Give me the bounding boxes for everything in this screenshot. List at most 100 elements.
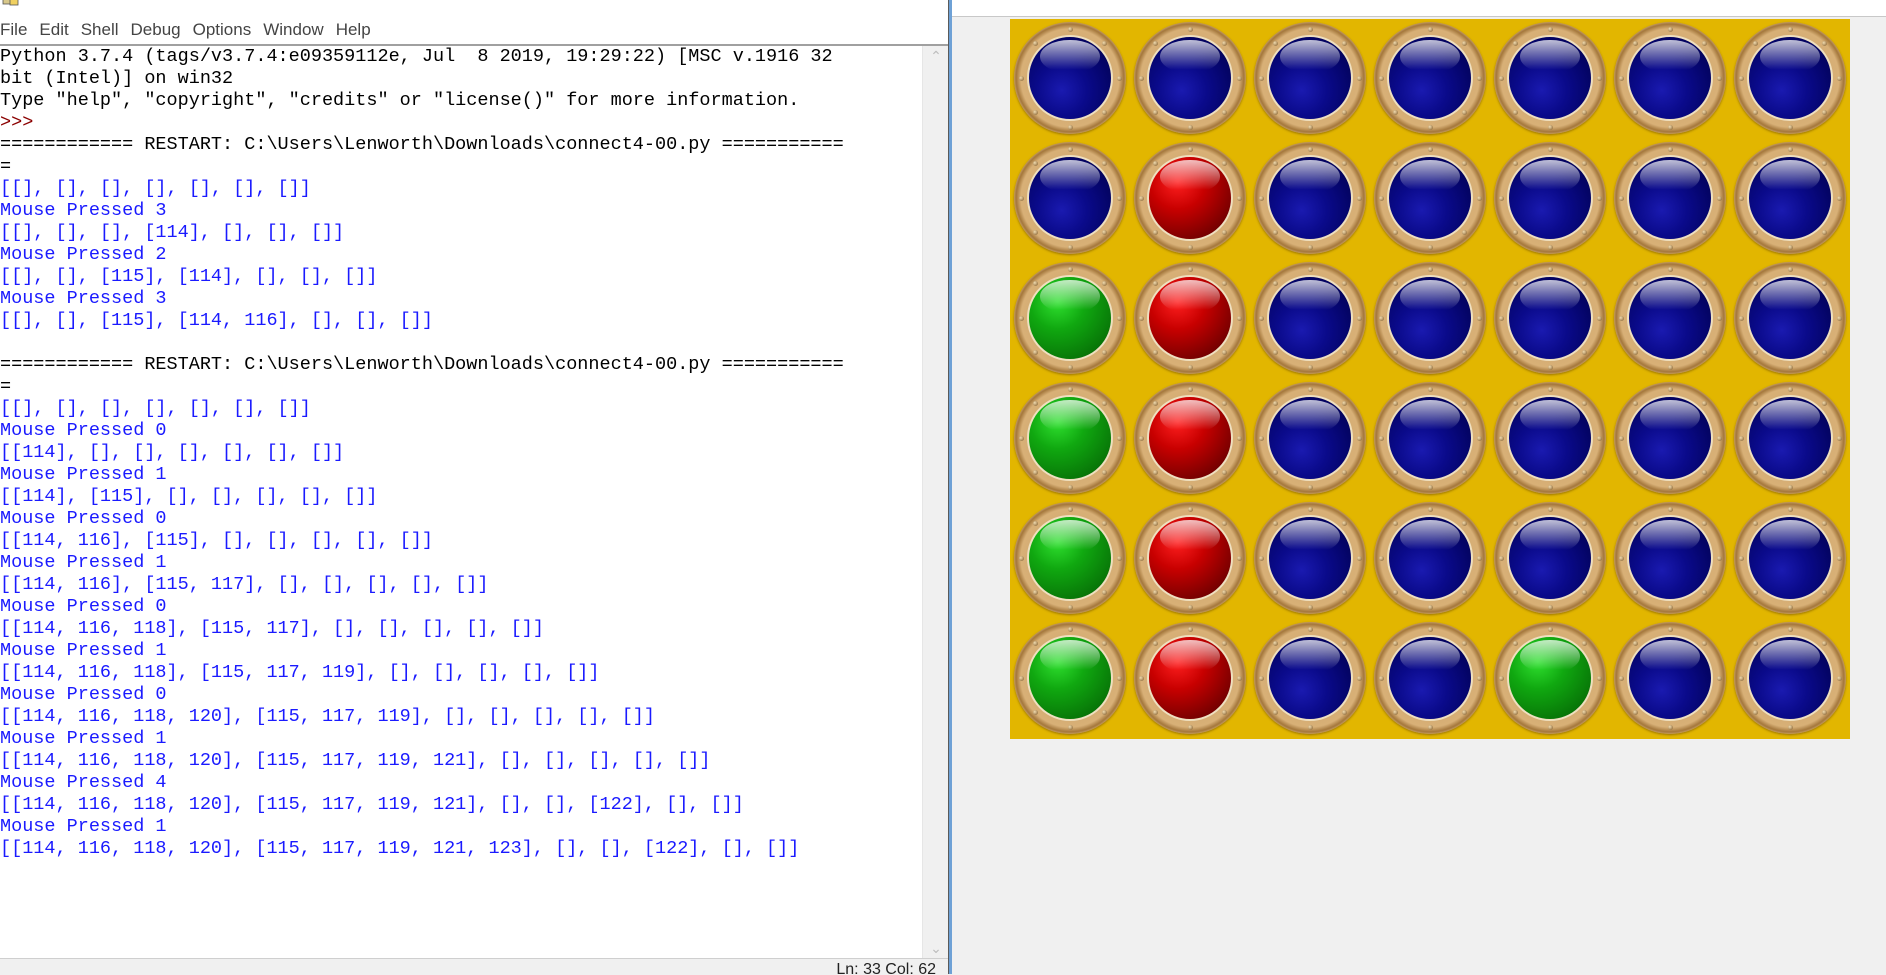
bolt-icon	[1667, 244, 1673, 250]
shell-titlebar[interactable]	[0, 0, 948, 16]
bolt-icon	[1716, 195, 1722, 201]
bolt-icon	[1272, 350, 1278, 356]
bolt-icon	[1787, 124, 1793, 130]
bolt-icon	[1032, 160, 1038, 166]
board-cell[interactable]	[1610, 19, 1730, 139]
board-cell[interactable]	[1010, 619, 1130, 739]
menu-window[interactable]: Window	[263, 20, 329, 40]
board-cell[interactable]	[1010, 259, 1130, 379]
board-cell[interactable]	[1250, 379, 1370, 499]
green-disc	[1027, 395, 1113, 481]
blue-disc	[1387, 35, 1473, 121]
board-cell[interactable]	[1610, 259, 1730, 379]
board-cell[interactable]	[1490, 259, 1610, 379]
board-cell[interactable]	[1490, 19, 1610, 139]
bolt-icon	[1618, 75, 1624, 81]
shell-line: =	[0, 156, 12, 177]
board-cell[interactable]	[1370, 259, 1490, 379]
board-cell[interactable]	[1250, 139, 1370, 259]
board-cell[interactable]	[1610, 379, 1730, 499]
board-cell[interactable]	[1250, 499, 1370, 619]
board-cell[interactable]	[1250, 19, 1370, 139]
board-cell[interactable]	[1130, 499, 1250, 619]
board-cell[interactable]	[1490, 499, 1610, 619]
shell-line: [[114], [], [], [], [], [], []]	[0, 442, 345, 463]
bolt-icon	[1836, 75, 1842, 81]
shell-line	[0, 332, 922, 354]
bolt-icon	[1258, 75, 1264, 81]
bolt-icon	[1547, 626, 1553, 632]
board-cell[interactable]	[1370, 19, 1490, 139]
board-cell[interactable]	[1730, 19, 1850, 139]
board-cell[interactable]	[1730, 379, 1850, 499]
shell-line: [[], [], [], [], [], [], []]	[0, 178, 311, 199]
blue-disc	[1387, 275, 1473, 361]
board-cell[interactable]	[1490, 379, 1610, 499]
board-cell[interactable]	[1490, 619, 1610, 739]
bolt-icon	[1822, 230, 1828, 236]
blue-disc	[1627, 35, 1713, 121]
bolt-icon	[1236, 675, 1242, 681]
menu-options[interactable]: Options	[193, 20, 258, 40]
shell-output-text-area[interactable]: Python 3.7.4 (tags/v3.7.4:e09359112e, Ju…	[0, 46, 922, 958]
menu-file[interactable]: File	[0, 20, 33, 40]
board-cell[interactable]	[1250, 259, 1370, 379]
board-cell[interactable]	[1130, 19, 1250, 139]
bolt-icon	[1102, 520, 1108, 526]
bolt-icon	[1752, 470, 1758, 476]
bolt-icon	[1138, 75, 1144, 81]
shell-line: Mouse Pressed 0	[0, 420, 167, 441]
bolt-icon	[1787, 364, 1793, 370]
board-cell[interactable]	[1370, 139, 1490, 259]
board-cell[interactable]	[1610, 139, 1730, 259]
bolt-icon	[1752, 160, 1758, 166]
blue-disc	[1267, 35, 1353, 121]
bolt-icon	[1272, 280, 1278, 286]
bolt-icon	[1702, 640, 1708, 646]
board-cell[interactable]	[1370, 499, 1490, 619]
board-cell[interactable]	[1730, 619, 1850, 739]
menu-edit[interactable]: Edit	[39, 20, 74, 40]
menu-debug[interactable]: Debug	[131, 20, 187, 40]
board-cell[interactable]	[1010, 499, 1130, 619]
blue-disc	[1387, 635, 1473, 721]
bolt-icon	[1462, 160, 1468, 166]
board-cell[interactable]	[1130, 139, 1250, 259]
board-cell[interactable]	[1730, 499, 1850, 619]
game-titlebar[interactable]	[952, 0, 1886, 17]
bolt-icon	[1067, 604, 1073, 610]
bolt-icon	[1392, 280, 1398, 286]
board-cell[interactable]	[1130, 379, 1250, 499]
board-cell[interactable]	[1490, 139, 1610, 259]
vertical-scrollbar[interactable]: ⌃ ⌄	[922, 46, 949, 958]
bolt-icon	[1187, 484, 1193, 490]
scroll-up-arrow-icon[interactable]: ⌃	[928, 48, 944, 64]
green-disc	[1027, 515, 1113, 601]
board-cell[interactable]	[1370, 379, 1490, 499]
board-cell[interactable]	[1250, 619, 1370, 739]
scroll-down-arrow-icon[interactable]: ⌄	[928, 940, 944, 956]
board-cell[interactable]	[1730, 259, 1850, 379]
bolt-icon	[1427, 26, 1433, 32]
bolt-icon	[1738, 675, 1744, 681]
board-cell[interactable]	[1610, 619, 1730, 739]
board-cell[interactable]	[1730, 139, 1850, 259]
menu-shell[interactable]: Shell	[81, 20, 125, 40]
bolt-icon	[1512, 40, 1518, 46]
blue-disc	[1747, 395, 1833, 481]
bolt-icon	[1222, 590, 1228, 596]
board-cell[interactable]	[1610, 499, 1730, 619]
board-cell[interactable]	[1130, 619, 1250, 739]
board-cell[interactable]	[1370, 619, 1490, 739]
connect4-board[interactable]	[1010, 19, 1850, 739]
bolt-icon	[1512, 520, 1518, 526]
menu-help[interactable]: Help	[336, 20, 377, 40]
bolt-icon	[1596, 315, 1602, 321]
board-cell[interactable]	[1130, 259, 1250, 379]
bolt-icon	[1307, 244, 1313, 250]
board-cell[interactable]	[1010, 19, 1130, 139]
board-cell[interactable]	[1010, 379, 1130, 499]
board-cell[interactable]	[1010, 139, 1130, 259]
bolt-icon	[1067, 506, 1073, 512]
bolt-icon	[1342, 470, 1348, 476]
